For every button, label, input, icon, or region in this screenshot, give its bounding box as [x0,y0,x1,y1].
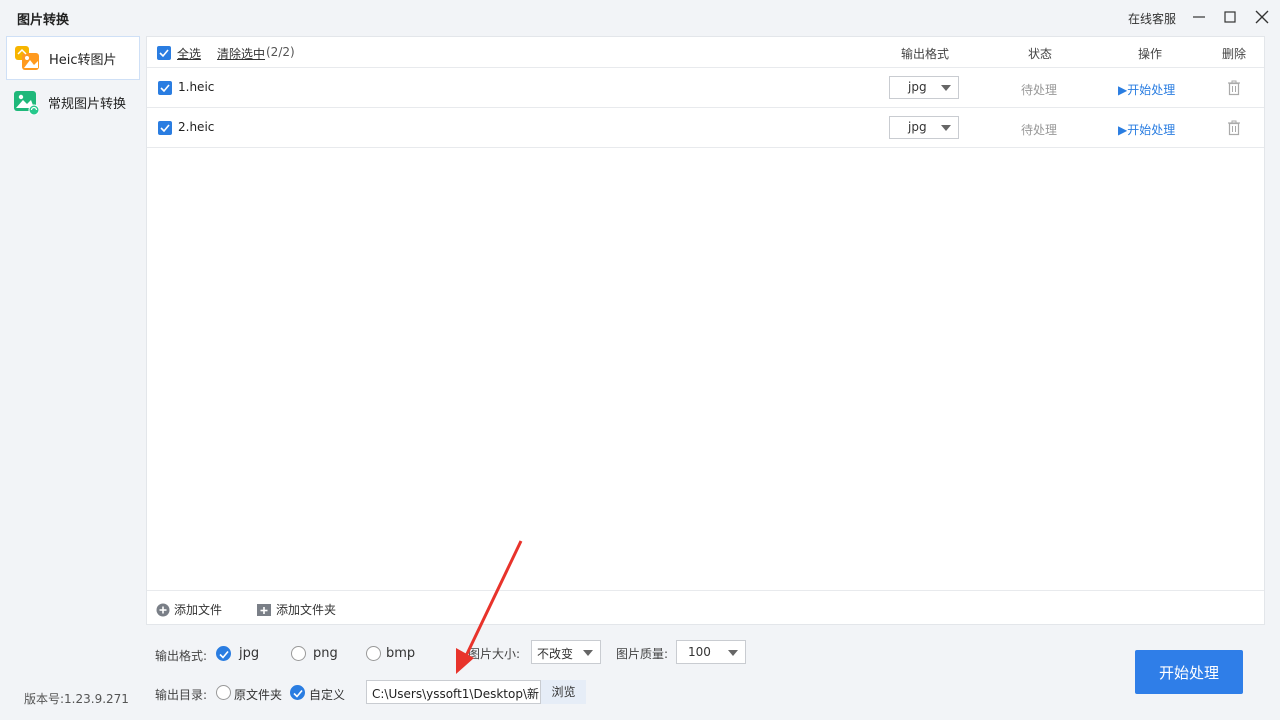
file-name: 2.heic [178,120,215,134]
format-radio-label: png [313,646,338,661]
row-format-value: jpg [908,120,927,134]
chevron-down-icon [583,650,593,656]
row-format-select[interactable]: jpg [889,76,959,99]
dir-radio-label: 自定义 [309,688,346,702]
add-folder-button[interactable]: 添加文件夹 [256,601,336,618]
folder-plus-icon [257,603,271,616]
maximize-icon[interactable] [1221,8,1239,26]
table-row: 1.heic jpg 待处理 ▶开始处理 [147,68,1264,108]
table-row: 2.heic jpg 待处理 ▶开始处理 [147,108,1264,148]
trash-icon[interactable] [1227,80,1241,96]
file-name: 1.heic [178,80,215,94]
dir-radio-custom[interactable] [290,685,305,700]
row-start-button[interactable]: ▶开始处理 [1118,81,1175,98]
sidebar-item-label: Heic转图片 [49,52,117,68]
sidebar-item-image-convert[interactable]: 常规图片转换 [6,80,140,124]
trash-icon[interactable] [1227,120,1241,136]
list-header: 全选 清除选中 (2/2) 输出格式 状态 操作 删除 [147,37,1264,68]
format-radio-bmp[interactable] [366,646,381,661]
image-quality-select[interactable]: 100 [676,640,746,664]
row-checkbox[interactable] [158,121,172,135]
sidebar-item-heic-to-image[interactable]: Heic转图片 [6,36,140,80]
row-format-select[interactable]: jpg [889,116,959,139]
chevron-down-icon [941,85,951,91]
image-quality-label: 图片质量: [616,647,669,661]
chevron-down-icon [941,125,951,131]
play-icon: ▶ [1118,123,1128,137]
title-bar: 图片转换 在线客服 [0,0,1280,35]
row-start-button[interactable]: ▶开始处理 [1118,121,1175,138]
image-quality-value: 100 [688,645,711,659]
online-service-link[interactable]: 在线客服 [1128,10,1176,27]
add-file-label: 添加文件 [174,603,223,617]
format-radio-label: bmp [386,646,416,661]
format-radio-png[interactable] [291,646,306,661]
select-all-checkbox[interactable] [157,46,171,60]
app-title: 图片转换 [17,13,70,28]
image-convert-icon [13,89,40,116]
dir-radio-original[interactable] [216,685,231,700]
row-start-label: 开始处理 [1127,123,1176,137]
column-header-status: 状态 [1028,47,1053,61]
plus-circle-icon [156,603,170,616]
select-all-link[interactable]: 全选 [177,45,201,62]
play-icon: ▶ [1118,83,1128,97]
clear-selected-link[interactable]: 清除选中 [217,45,265,62]
column-header-delete: 删除 [1222,47,1247,61]
output-path-value: C:\Users\yssoft1\Desktop\新 [372,687,539,701]
browse-button[interactable]: 浏览 [541,680,586,704]
chevron-down-icon [728,650,738,656]
image-size-value: 不改变 [537,647,574,661]
image-size-select[interactable]: 不改变 [531,640,601,664]
row-start-label: 开始处理 [1127,83,1176,97]
output-format-label: 输出格式: [155,649,208,663]
row-status: 待处理 [1021,123,1058,137]
annotation-arrow-icon [456,540,523,674]
file-list-panel: 全选 清除选中 (2/2) 输出格式 状态 操作 删除 1.heic jpg 待… [146,36,1265,625]
column-header-action: 操作 [1138,47,1163,61]
heic-image-icon [14,45,40,71]
row-checkbox[interactable] [158,81,172,95]
column-header-format: 输出格式 [901,47,950,61]
add-folder-label: 添加文件夹 [276,603,337,617]
output-dir-label: 输出目录: [155,688,208,702]
output-path-input[interactable]: C:\Users\yssoft1\Desktop\新 [366,680,541,704]
start-process-button[interactable]: 开始处理 [1135,650,1243,694]
format-radio-jpg[interactable] [216,646,231,661]
dir-radio-label: 原文件夹 [234,688,283,702]
version-label: 版本号:1.23.9.271 [24,692,129,706]
add-file-button[interactable]: 添加文件 [156,601,222,618]
minimize-icon[interactable] [1190,8,1208,26]
row-status: 待处理 [1021,83,1058,97]
row-format-value: jpg [908,80,927,94]
format-radio-label: jpg [239,646,260,661]
list-footer: 添加文件 添加文件夹 [147,590,1264,624]
close-icon[interactable] [1253,8,1271,26]
selected-count: (2/2) [266,45,295,59]
sidebar-item-label: 常规图片转换 [48,96,127,112]
